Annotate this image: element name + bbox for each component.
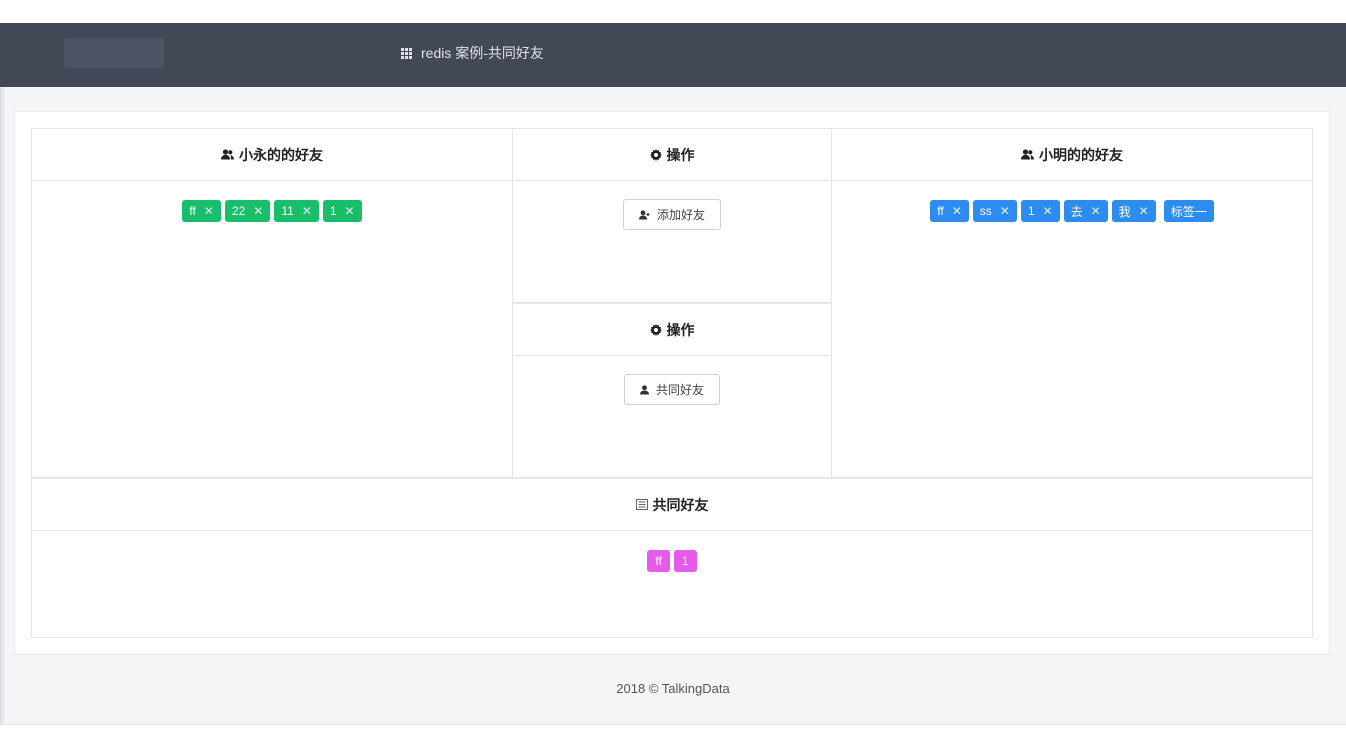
add-friend-button[interactable]: 添加好友 xyxy=(622,199,721,230)
panel-title: 操作 xyxy=(666,321,695,338)
close-icon[interactable]: ✕ xyxy=(253,204,263,218)
app-header: redis 案例-共同好友 xyxy=(0,23,1346,87)
tag-label: 我 xyxy=(1118,204,1131,219)
logo[interactable] xyxy=(64,38,164,68)
panel-xiaoyong-friends: 小永的的好友 ff ✕ 22 ✕ 11 ✕ 1 ✕ xyxy=(31,128,513,478)
close-icon[interactable]: ✕ xyxy=(1043,204,1053,218)
friend-tag[interactable]: 1 xyxy=(673,550,697,572)
tag-label: ff xyxy=(189,204,196,218)
new-tag-button[interactable]: 标签一 xyxy=(1163,200,1214,222)
tag-label: 11 xyxy=(281,204,294,218)
friend-tag[interactable]: ff ✕ xyxy=(182,200,221,222)
common-friends-button[interactable]: 共同好友 xyxy=(623,374,720,405)
tag-label: ff xyxy=(937,204,944,218)
tag-list: ff ✕ 22 ✕ 11 ✕ 1 ✕ xyxy=(32,181,512,222)
panel-body: 添加好友 xyxy=(513,181,831,230)
left-edge-shadow xyxy=(0,87,6,739)
panel-xiaoming-friends: 小明的的好友 ff ✕ ss ✕ 1 ✕ 去 ✕ 我 ✕ 标签一 xyxy=(831,128,1313,478)
tag-list: ff ✕ ss ✕ 1 ✕ 去 ✕ 我 ✕ 标签一 xyxy=(832,181,1312,222)
friend-tag[interactable]: 1 ✕ xyxy=(1020,200,1060,222)
panel-header: 小永的的好友 xyxy=(32,129,512,181)
panel-header: 操作 xyxy=(513,304,831,356)
panel-title: 操作 xyxy=(666,146,695,163)
button-label: 添加好友 xyxy=(656,208,705,222)
panel-title: 小永的的好友 xyxy=(239,146,323,163)
panel-operation-add: 操作 添加好友 xyxy=(512,128,832,303)
app-title-text: redis 案例-共同好友 xyxy=(421,45,544,61)
tag-label: 去 xyxy=(1070,204,1083,219)
friend-tag[interactable]: 22 ✕ xyxy=(224,200,271,222)
users-icon xyxy=(1021,149,1034,160)
tag-label: 1 xyxy=(681,554,689,568)
panel-header: 小明的的好友 xyxy=(832,129,1312,181)
gear-icon xyxy=(649,323,662,336)
users-icon xyxy=(221,149,234,160)
tag-label: 1 xyxy=(329,204,337,218)
bottom-bar xyxy=(0,724,1346,739)
close-icon[interactable]: ✕ xyxy=(1139,204,1149,218)
friend-tag[interactable]: 我 ✕ xyxy=(1111,200,1156,222)
tag-label: ss xyxy=(979,204,992,218)
close-icon[interactable]: ✕ xyxy=(952,204,962,218)
close-icon[interactable]: ✕ xyxy=(204,204,214,218)
list-icon xyxy=(635,499,648,510)
user-add-icon xyxy=(638,209,650,220)
user-icon xyxy=(639,384,649,395)
close-icon[interactable]: ✕ xyxy=(1091,204,1101,218)
panel-header: 共同好友 xyxy=(32,479,1312,531)
friend-tag[interactable]: ff ✕ xyxy=(930,200,969,222)
panel-title: 共同好友 xyxy=(652,496,709,513)
tag-list: ff 1 xyxy=(32,531,1312,572)
tag-label: ff xyxy=(655,554,662,568)
button-label: 共同好友 xyxy=(655,383,704,397)
app-title: redis 案例-共同好友 xyxy=(401,43,544,63)
gear-icon xyxy=(649,148,662,161)
panel-operation-common: 操作 共同好友 xyxy=(512,303,832,478)
friend-tag[interactable]: 去 ✕ xyxy=(1063,200,1108,222)
friend-tag[interactable]: ss ✕ xyxy=(972,200,1017,222)
panel-body: 共同好友 xyxy=(513,356,831,405)
grid-icon xyxy=(401,47,412,59)
friend-tag[interactable]: 1 ✕ xyxy=(322,200,362,222)
top-strip xyxy=(0,0,1346,23)
close-icon[interactable]: ✕ xyxy=(345,204,355,218)
friend-tag[interactable]: ff xyxy=(647,550,670,572)
tag-label: 1 xyxy=(1027,204,1035,218)
tag-label: 22 xyxy=(231,204,246,218)
panel-title: 小明的的好友 xyxy=(1039,146,1123,163)
friend-tag[interactable]: 11 ✕ xyxy=(274,200,319,222)
panel-common-friends: 共同好友 ff 1 xyxy=(31,478,1313,638)
panel-header: 操作 xyxy=(513,129,831,181)
footer: 2018 © TalkingData xyxy=(616,681,730,696)
close-icon[interactable]: ✕ xyxy=(1000,204,1010,218)
close-icon[interactable]: ✕ xyxy=(302,204,312,218)
